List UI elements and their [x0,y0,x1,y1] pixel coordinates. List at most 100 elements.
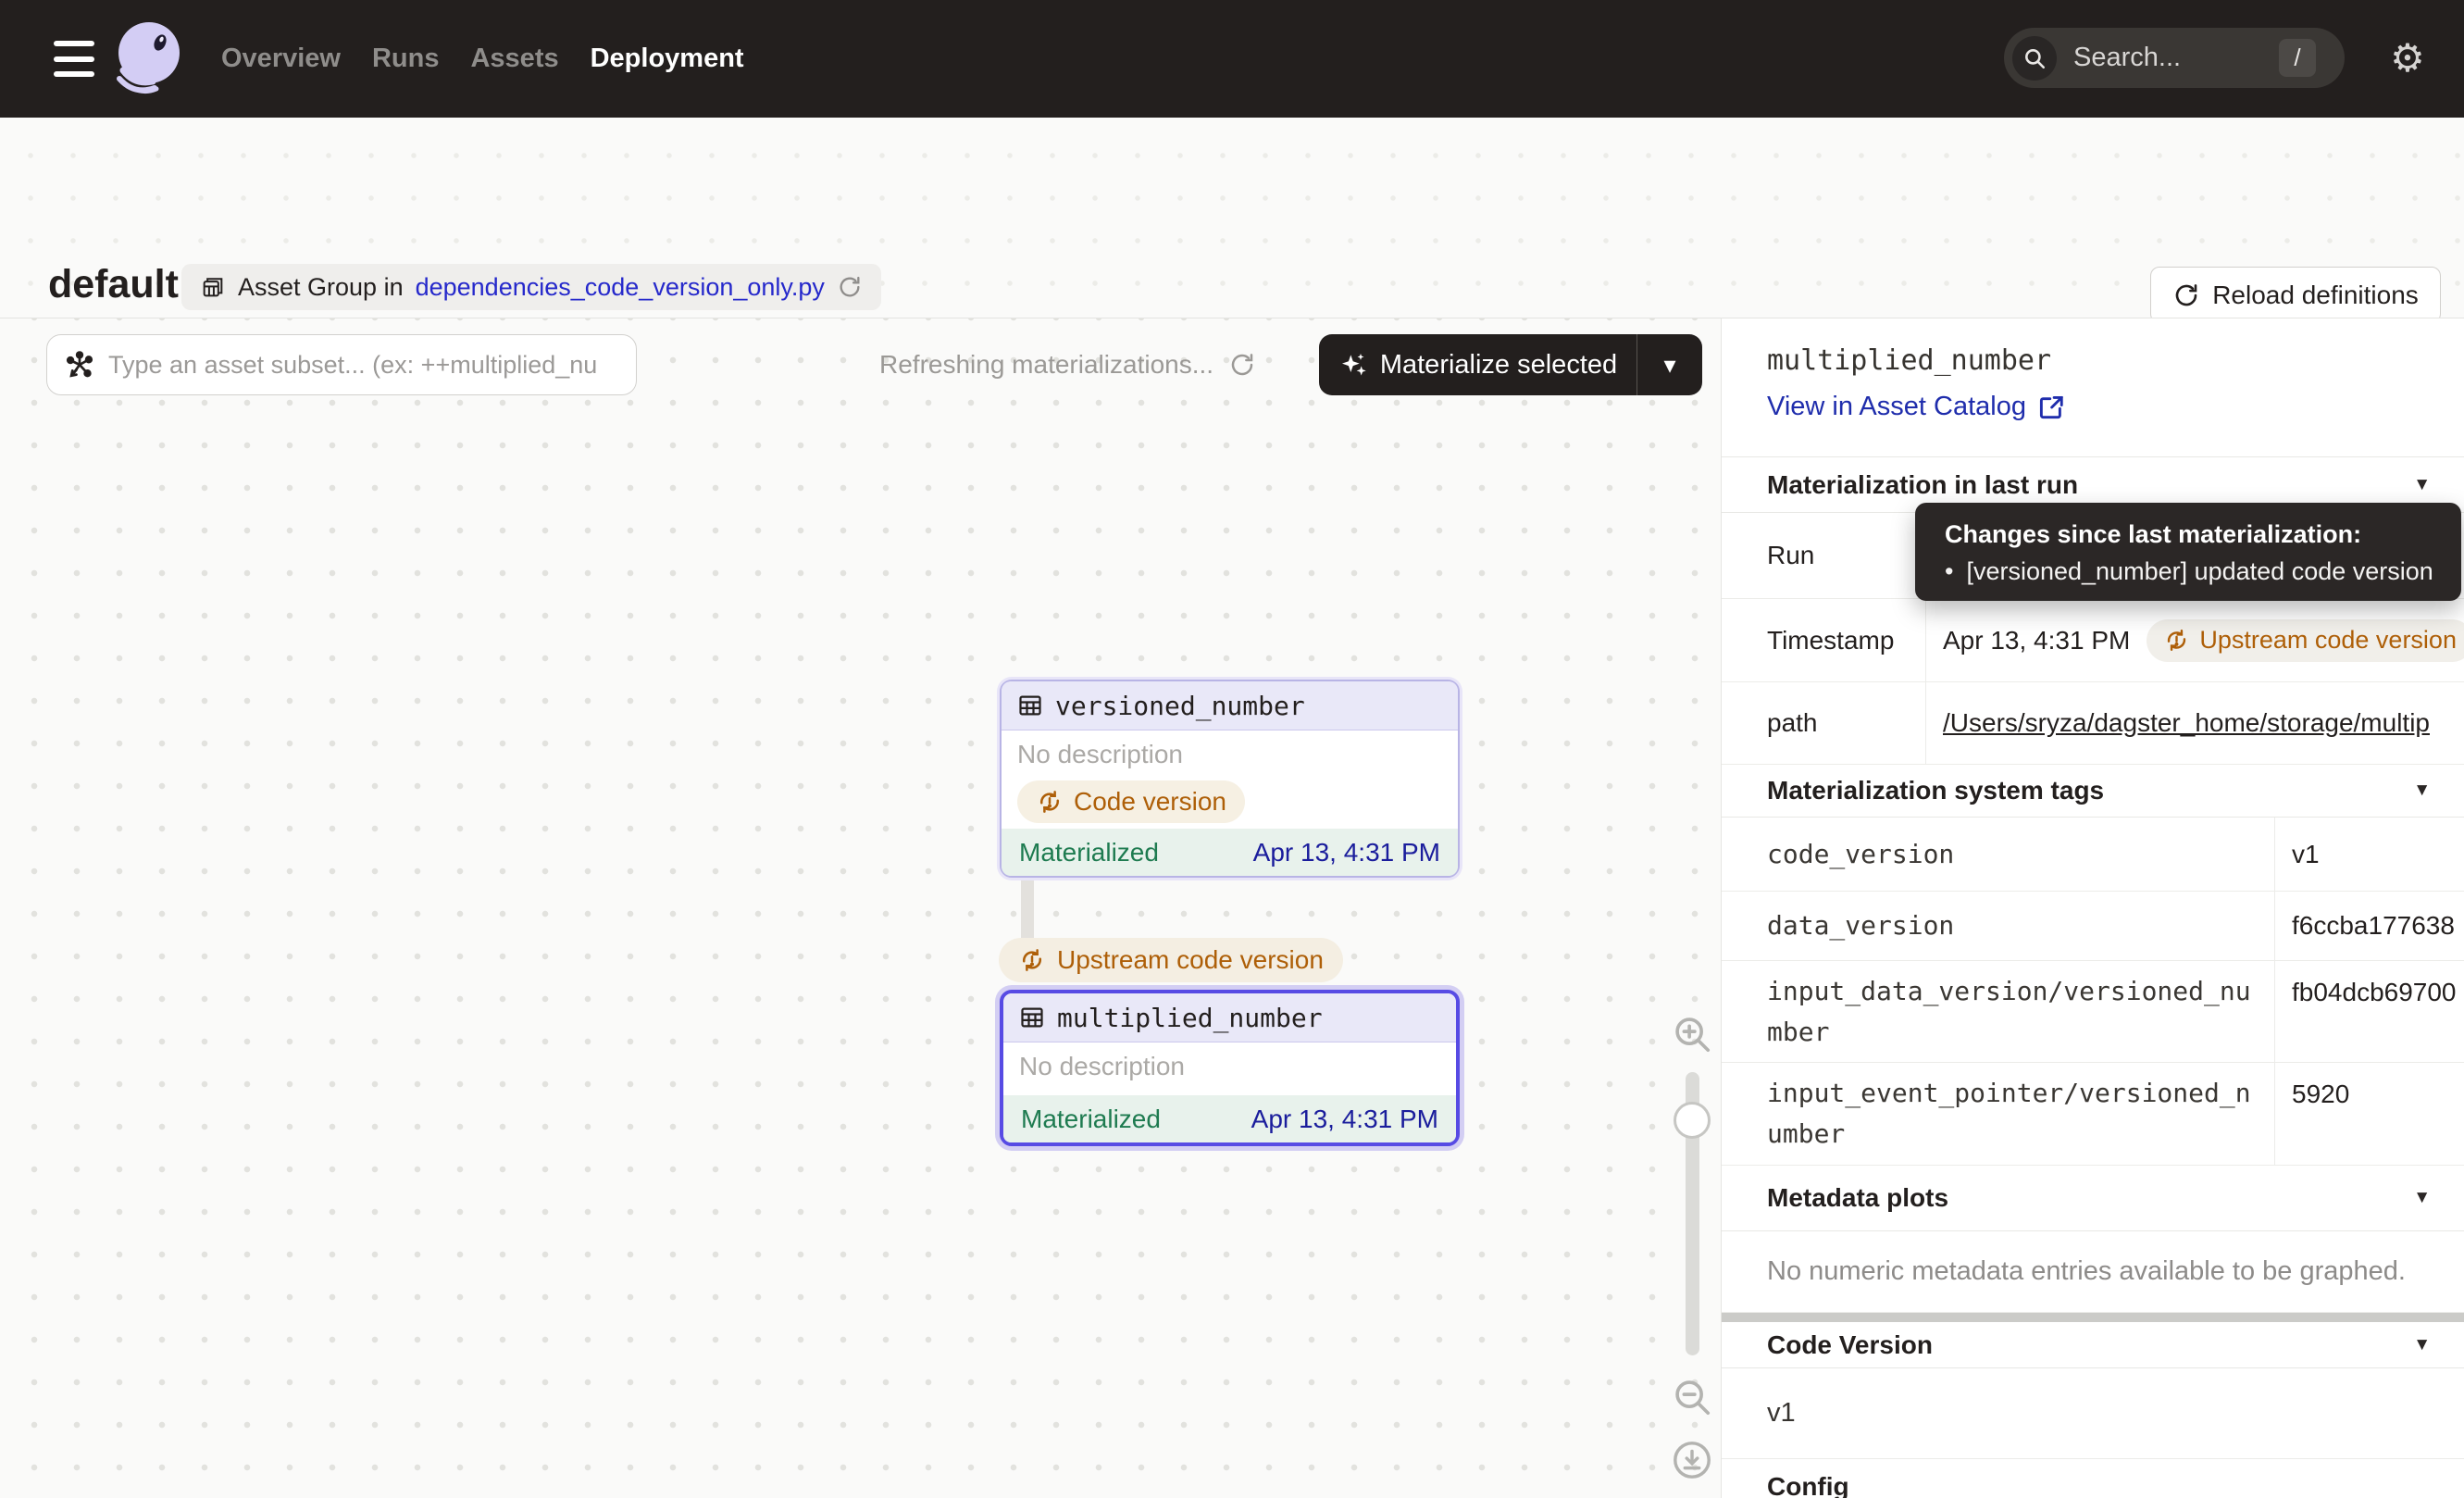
asset-group-badge: Asset Group in dependencies_code_version… [181,264,881,310]
materialized-time[interactable]: Apr 13, 4:31 PM [1253,838,1440,868]
asset-subset-input[interactable] [46,334,637,395]
section-code-version: Code Version ▼ [1722,1322,2464,1368]
panel-header: multiplied_number View in Asset Catalog [1722,318,2464,457]
section-title: Metadata plots [1767,1183,1948,1213]
code-version-value: v1 [1722,1368,2464,1459]
tag-row-data-version: data_version f6ccba177638 [1722,892,2464,961]
node-status-bar: Materialized Apr 13, 4:31 PM [1003,1095,1456,1142]
upstream-code-version-label: Upstream code version [1057,945,1324,975]
panel-splitter[interactable] [1722,1313,2464,1322]
asset-node-multiplied-number[interactable]: multiplied_number No description Materia… [1000,990,1460,1146]
catalog-link-label: View in Asset Catalog [1767,392,2026,422]
asset-subset-field[interactable] [108,351,619,380]
refreshing-label: Refreshing materializations... [879,350,1213,380]
nav-item-runs[interactable]: Runs [372,44,440,74]
path-row: path /Users/sryza/dagster_home/storage/m… [1722,682,2464,765]
node-status-bar: Materialized Apr 13, 4:31 PM [1002,829,1458,876]
nav-item-deployment[interactable]: Deployment [591,44,744,74]
zoom-in-icon[interactable] [1671,1013,1713,1055]
page-header: default Asset Group in dependencies_code… [0,118,2464,318]
asset-description: No description [1019,1052,1440,1081]
tag-value: fb04dcb69700 [2275,961,2464,1062]
refresh-status: Refreshing materializations... [879,334,1256,395]
tag-key: input_event_pointer/versioned_number [1722,1063,2275,1165]
collapse-caret-icon[interactable]: ▼ [2413,475,2431,495]
nav-item-overview[interactable]: Overview [221,44,341,74]
sparkle-icon [1338,350,1368,380]
path-row-label: path [1722,682,1926,764]
reload-definitions-label: Reload definitions [2212,281,2419,310]
search-icon [2012,36,2057,81]
tooltip-title: Changes since last materialization: [1945,520,2461,549]
asset-group-icon [200,274,226,300]
path-link[interactable]: /Users/sryza/dagster_home/storage/multip [1943,708,2430,738]
asset-name: versioned_number [1055,691,1305,721]
tag-value: 5920 [2275,1063,2464,1165]
asset-description: No description [1017,740,1442,769]
asset-lineage-graph[interactable]: Refreshing materializations... Materiali… [0,318,1721,1498]
refresh-icon[interactable] [837,274,863,300]
refresh-icon[interactable] [1228,351,1256,379]
settings-gear-icon[interactable]: ⚙ [2386,37,2429,80]
section-title: Materialization in last run [1767,470,2078,500]
code-version-tag[interactable]: Code version [1017,780,1245,823]
nav-item-assets[interactable]: Assets [470,44,558,74]
primary-nav: Overview Runs Assets Deployment [221,0,744,118]
bullet-icon: • [1945,557,1953,586]
tag-row-input-event-pointer: input_event_pointer/versioned_number 592… [1722,1063,2464,1166]
collapse-caret-icon[interactable]: ▼ [2413,1188,2431,1208]
reload-icon [2172,281,2200,309]
lineage-edge [1021,874,1034,941]
top-nav-bar: Overview Runs Assets Deployment Search..… [0,0,2464,118]
timestamp-row-label: Timestamp [1722,599,1926,681]
search-placeholder: Search... [2073,43,2181,73]
upstream-code-version-pill[interactable]: Upstream code version [2147,619,2464,662]
asset-group-file-link[interactable]: dependencies_code_version_only.py [416,273,825,302]
cycle-alert-icon [1036,788,1064,816]
tag-row-code-version: code_version v1 [1722,818,2464,892]
timestamp-row: Timestamp Apr 13, 4:31 PM Upstream code … [1722,599,2464,682]
code-version-tag-label: Code version [1074,787,1226,817]
node-body: No description [1003,1042,1456,1095]
upstream-pill-label: Upstream code version [2199,626,2457,655]
section-title: Code Version [1767,1330,1933,1360]
cycle-alert-icon [1018,946,1046,974]
node-body: No description Code version [1002,730,1458,829]
materialized-status: Materialized [1019,838,1159,868]
zoom-slider-handle[interactable] [1674,1102,1711,1139]
materialize-dropdown-caret[interactable]: ▾ [1637,334,1702,395]
tooltip-item: [versioned_number] updated code version [1966,557,2433,586]
section-title: Materialization system tags [1767,776,2104,805]
materialized-time[interactable]: Apr 13, 4:31 PM [1251,1105,1438,1134]
page-title: default [48,262,179,307]
zoom-out-icon[interactable] [1671,1376,1713,1418]
section-system-tags: Materialization system tags ▼ [1722,765,2464,818]
asset-group-prefix: Asset Group in [238,273,404,302]
materialize-selected-button[interactable]: Materialize selected ▾ [1319,334,1702,395]
table-icon [1017,693,1043,718]
reload-definitions-button[interactable]: Reload definitions [2150,267,2441,323]
dagster-logo[interactable] [108,19,188,98]
tag-key: code_version [1722,818,2275,891]
materialize-label: Materialize selected [1380,350,1617,381]
collapse-caret-icon[interactable]: ▼ [2413,780,2431,801]
asset-node-versioned-number[interactable]: versioned_number No description Code ver… [1000,680,1460,878]
run-row-label: Run [1722,513,1926,598]
section-metadata-plots: Metadata plots ▼ [1722,1166,2464,1231]
selected-asset-name: multiplied_number [1767,344,2464,377]
download-view-icon[interactable] [1671,1439,1713,1481]
search-shortcut-key: / [2279,39,2316,77]
tag-row-input-data-version: input_data_version/versioned_number fb04… [1722,961,2464,1063]
tag-key: data_version [1722,892,2275,960]
asset-graph-icon [64,349,95,381]
materialized-status: Materialized [1021,1105,1161,1134]
collapse-caret-icon[interactable]: ▼ [2413,1335,2431,1355]
view-in-asset-catalog-link[interactable]: View in Asset Catalog [1767,392,2065,422]
tag-value: v1 [2275,818,2464,891]
section-config: Config [1722,1459,2464,1498]
changes-tooltip: Changes since last materialization: • [v… [1915,503,2461,601]
global-search[interactable]: Search... / [2004,28,2345,88]
hamburger-menu-icon[interactable] [54,41,94,77]
node-header: versioned_number [1002,681,1458,730]
timestamp-value: Apr 13, 4:31 PM [1943,626,2130,655]
